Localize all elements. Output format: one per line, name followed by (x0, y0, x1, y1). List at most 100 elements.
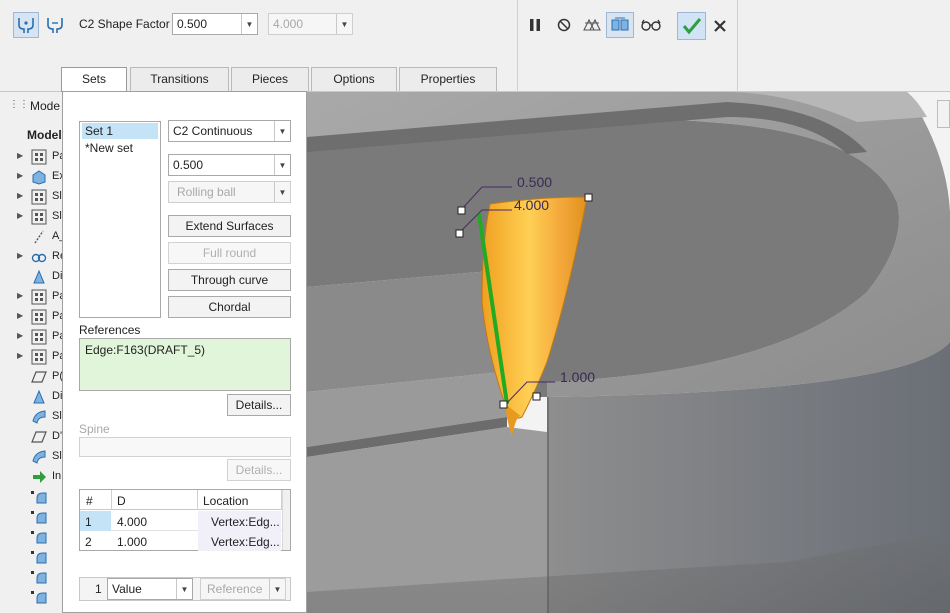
row-location[interactable]: Vertex:Edg... (211, 515, 280, 529)
table-footer: 1 Value ▼ Reference ▼ (79, 577, 291, 601)
chevron-down-icon[interactable]: ▼ (176, 579, 192, 599)
table-row[interactable]: 2 1.000 Vertex:Edg... (80, 531, 290, 551)
drag-handle[interactable] (499, 400, 508, 409)
expand-arrow-icon[interactable]: ▶ (17, 291, 23, 300)
tree-item[interactable]: Di (0, 267, 62, 287)
drag-handle[interactable] (455, 229, 464, 238)
tree-item[interactable] (0, 587, 62, 607)
draft-icon (31, 269, 47, 285)
dim-label-2[interactable]: 1.000 (560, 369, 595, 385)
chevron-down-icon[interactable]: ▼ (274, 155, 290, 175)
drag-handle[interactable] (532, 392, 541, 401)
tree-item[interactable] (0, 547, 62, 567)
row-d[interactable]: 4.000 (117, 515, 147, 529)
tree-item[interactable]: P( (0, 367, 62, 387)
chordal-button[interactable]: Chordal (168, 296, 291, 318)
radius-table: # D Location 1 4.000 Vertex:Edg... 2 1.0… (79, 489, 291, 551)
tree-item[interactable]: ▶ Pa (0, 347, 62, 367)
grip-icon[interactable]: ⋮⋮ (9, 99, 29, 110)
tree-item[interactable]: ▶ Pa (0, 147, 62, 167)
no-preview-icon[interactable] (551, 12, 577, 38)
expand-arrow-icon[interactable]: ▶ (17, 351, 23, 360)
tree-item-label: Pa (52, 310, 62, 322)
tree-item-label: A_ (52, 230, 62, 242)
list-item-new-set[interactable]: *New set (82, 140, 158, 156)
through-curve-button[interactable]: Through curve (168, 269, 291, 291)
model-tree: ⋮⋮ Mode Model ▶Pa▶Ex▶Sl▶SlA_▶ReDi▶Pa▶Pa▶… (0, 92, 62, 613)
expand-arrow-icon[interactable]: ▶ (17, 171, 23, 180)
table-row[interactable]: 1 4.000 Vertex:Edg... (80, 511, 290, 531)
verify-icon[interactable] (606, 12, 634, 38)
round-icon (31, 529, 47, 545)
draft-icon (31, 389, 47, 405)
list-item-set-1[interactable]: Set 1 (82, 123, 158, 139)
round-icon (31, 589, 47, 605)
tree-item[interactable]: ▶ Sl (0, 187, 62, 207)
expand-arrow-icon[interactable]: ▶ (17, 151, 23, 160)
tree-item[interactable] (0, 487, 62, 507)
preview-icon[interactable] (579, 12, 605, 38)
expand-arrow-icon[interactable]: ▶ (17, 191, 23, 200)
tree-item-label: Re (52, 250, 62, 262)
pause-icon[interactable] (522, 12, 548, 38)
expand-arrow-icon[interactable]: ▶ (17, 331, 23, 340)
surface-icon (31, 409, 47, 425)
value-mode-combo[interactable]: Value ▼ (107, 578, 193, 600)
tree-item[interactable]: Sl (0, 407, 62, 427)
expand-arrow-icon[interactable]: ▶ (17, 211, 23, 220)
tree-item[interactable]: D' (0, 427, 62, 447)
tab-pieces[interactable]: Pieces (231, 67, 309, 91)
pocket-face (307, 270, 502, 392)
drag-handle[interactable] (457, 206, 466, 215)
tree-item[interactable] (0, 567, 62, 587)
tree-item[interactable]: In (0, 467, 62, 487)
view-toolbar-edge[interactable] (937, 100, 950, 128)
expand-arrow-icon[interactable]: ▶ (17, 311, 23, 320)
round-transition-icon[interactable] (42, 12, 68, 38)
tree-item[interactable]: ▶ Ex (0, 167, 62, 187)
table-scrollbar[interactable] (282, 490, 290, 550)
tree-item[interactable]: ▶ Re (0, 247, 62, 267)
tree-item-label: Di (52, 390, 62, 402)
continuity-combo[interactable]: C2 Continuous ▼ (168, 120, 291, 142)
tree-item[interactable] (0, 507, 62, 527)
references-details-button[interactable]: Details... (227, 394, 291, 416)
glasses-icon[interactable] (638, 12, 664, 38)
graphics-viewport[interactable]: 0.500 4.000 1.000 (307, 92, 950, 613)
model-render[interactable]: 0.500 4.000 1.000 (307, 92, 950, 613)
tab-transitions[interactable]: Transitions (130, 67, 229, 91)
drag-handle[interactable] (584, 193, 593, 202)
chevron-down-icon: ▼ (274, 182, 290, 202)
cancel-x-icon[interactable] (707, 13, 733, 39)
tab-options[interactable]: Options (311, 67, 397, 91)
expand-arrow-icon[interactable]: ▶ (17, 251, 23, 260)
tree-item[interactable]: A_ (0, 227, 62, 247)
sets-list[interactable]: Set 1 *New set (79, 121, 161, 318)
tree-item[interactable]: Sl (0, 447, 62, 467)
tree-item[interactable]: ▶ Pa (0, 307, 62, 327)
shape-value-combo[interactable]: 0.500 ▼ (168, 154, 291, 176)
row-location[interactable]: Vertex:Edg... (211, 535, 280, 549)
tree-item[interactable] (0, 527, 62, 547)
tree-item[interactable]: ▶ Pa (0, 287, 62, 307)
tree-item[interactable]: Di (0, 387, 62, 407)
chevron-down-icon[interactable]: ▼ (241, 14, 257, 34)
table-header: # D Location (80, 490, 290, 510)
tree-item-label: Pa (52, 350, 62, 362)
round-icon (31, 489, 47, 505)
ok-check-icon[interactable] (677, 12, 706, 40)
tree-item[interactable]: ▶ Sl (0, 207, 62, 227)
chevron-down-icon[interactable]: ▼ (274, 121, 290, 141)
dim-label-1[interactable]: 4.000 (514, 197, 549, 213)
round-set-icon[interactable] (13, 12, 39, 38)
tree-item[interactable]: ▶ Pa (0, 327, 62, 347)
tab-properties[interactable]: Properties (399, 67, 497, 91)
shape-factor-label: C2 Shape Factor (79, 17, 170, 31)
dim-label-0[interactable]: 0.500 (517, 174, 552, 190)
extend-surfaces-button[interactable]: Extend Surfaces (168, 215, 291, 237)
references-field[interactable]: Edge:F163(DRAFT_5) (79, 338, 291, 391)
row-d[interactable]: 1.000 (117, 535, 147, 549)
chevron-down-icon: ▼ (336, 14, 352, 34)
shape-factor-combo[interactable]: 0.500 ▼ (172, 13, 258, 35)
tab-sets[interactable]: Sets (61, 67, 127, 93)
